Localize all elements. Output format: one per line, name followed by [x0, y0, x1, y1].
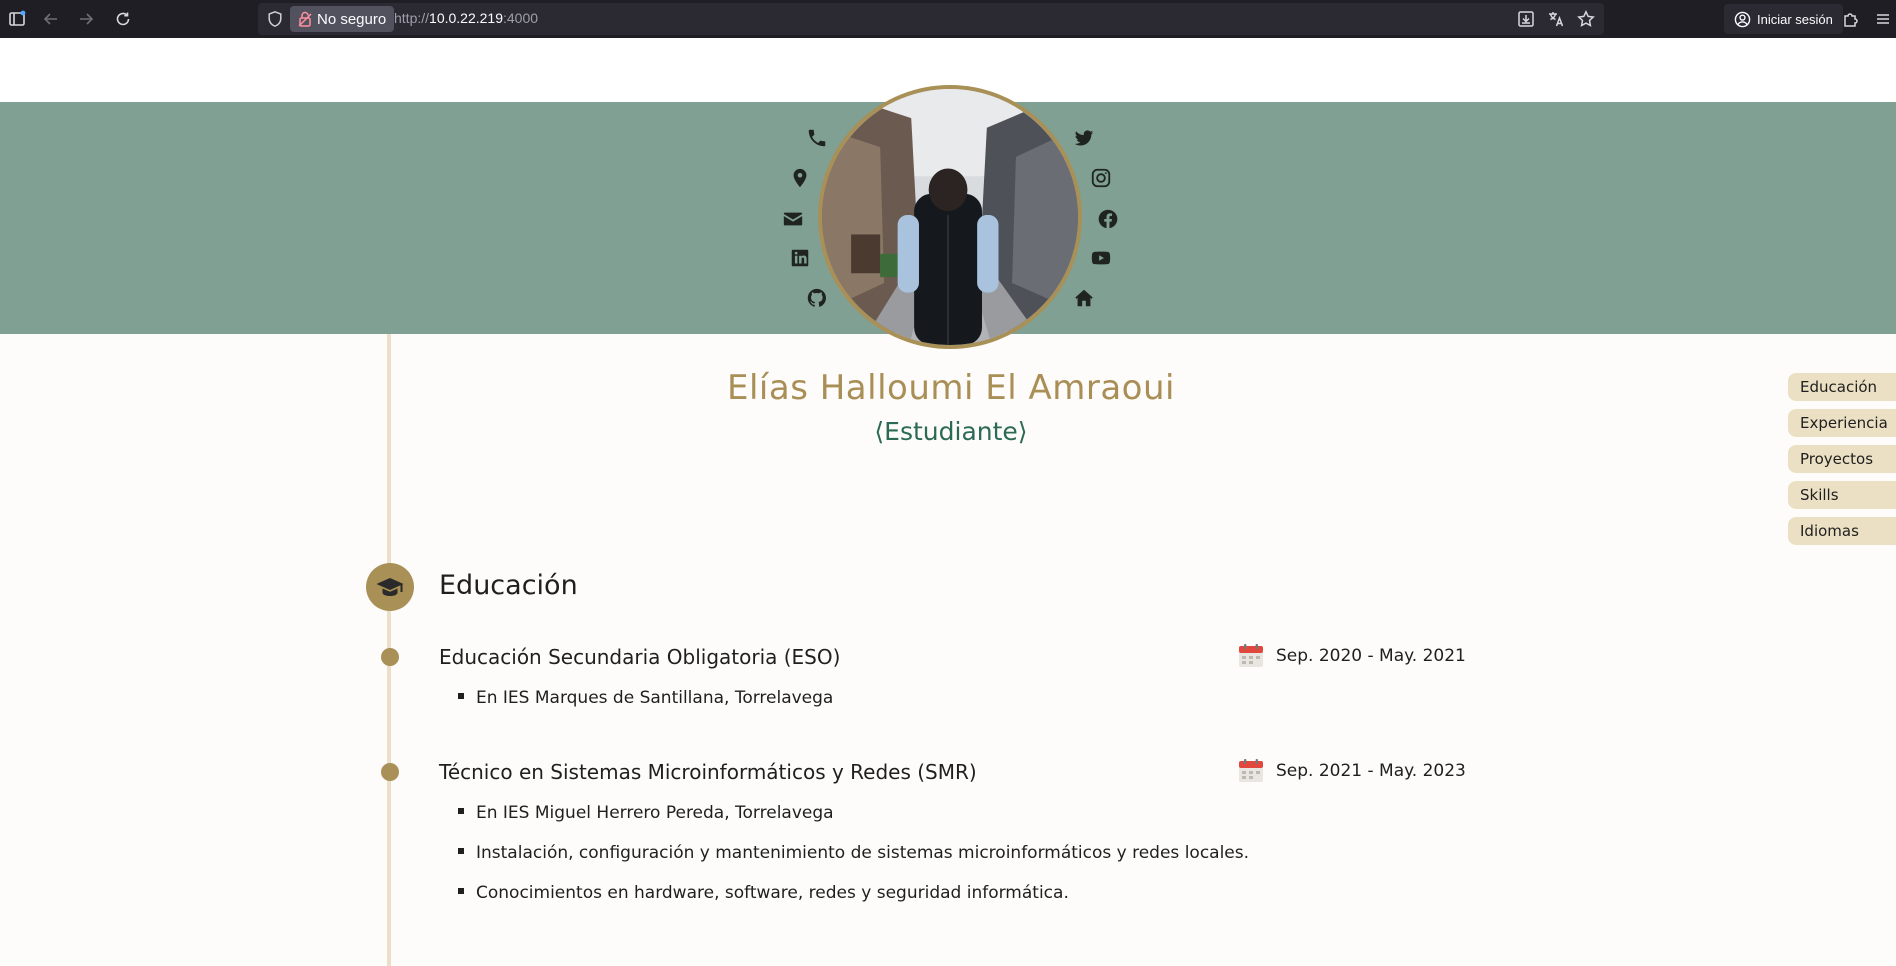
- extensions-icon[interactable]: [1836, 4, 1866, 34]
- url-host: 10.0.22.219: [429, 10, 503, 26]
- profile-role: ⟨Estudiante⟩: [874, 417, 1028, 446]
- calendar-icon: [1239, 644, 1263, 667]
- list-item-text: En IES Marques de Santillana, Torrelaveg…: [476, 688, 834, 708]
- instagram-icon[interactable]: [1088, 165, 1114, 191]
- profile-name: Elías Halloumi El Amraoui: [727, 368, 1175, 408]
- url-scheme: http://: [394, 10, 430, 26]
- github-icon[interactable]: [804, 285, 830, 311]
- bookmark-star-icon[interactable]: [1576, 9, 1596, 29]
- location-pin-icon[interactable]: [787, 165, 813, 191]
- back-icon[interactable]: [36, 4, 66, 34]
- list-item-text: Instalación, configuración y mantenimien…: [476, 843, 1250, 863]
- url-port: :4000: [503, 10, 539, 26]
- browser-toolbar: No seguro http://10.0.22.219:4000 Inicia…: [0, 0, 1896, 38]
- calendar-icon: [1239, 759, 1263, 782]
- phone-icon[interactable]: [804, 125, 830, 151]
- signin-button[interactable]: Iniciar sesión: [1724, 4, 1843, 34]
- entry-title: Técnico en Sistemas Microinformáticos y …: [439, 760, 977, 784]
- list-item: En IES Miguel Herrero Pereda, Torrelaveg…: [458, 803, 834, 823]
- profile-photo: [818, 85, 1082, 349]
- address-bar[interactable]: No seguro http://10.0.22.219:4000: [258, 3, 1604, 35]
- entry-date-text: Sep. 2021 - May. 2023: [1276, 761, 1466, 781]
- list-item-text: Conocimientos en hardware, software, red…: [476, 883, 1069, 903]
- sidebar-toggle-icon[interactable]: [2, 4, 32, 34]
- translate-icon[interactable]: [1546, 9, 1566, 29]
- security-indicator[interactable]: No seguro: [290, 6, 395, 32]
- signin-label: Iniciar sesión: [1757, 11, 1833, 27]
- nav-item-idiomas[interactable]: Idiomas: [1788, 517, 1896, 545]
- nav-item-skills[interactable]: Skills: [1788, 481, 1896, 509]
- account-icon: [1734, 11, 1751, 27]
- entry-date: Sep. 2020 - May. 2021: [1238, 643, 1466, 669]
- timeline-dot: [381, 763, 399, 781]
- section-nav: Educación Experiencia Proyectos Skills I…: [1788, 373, 1896, 553]
- list-item: En IES Marques de Santillana, Torrelaveg…: [458, 688, 833, 708]
- home-icon[interactable]: [1071, 285, 1097, 311]
- list-item: Conocimientos en hardware, software, red…: [458, 883, 1069, 903]
- entry-date: Sep. 2021 - May. 2023: [1238, 758, 1466, 784]
- list-item-text: En IES Miguel Herrero Pereda, Torrelaveg…: [476, 803, 834, 823]
- menu-icon[interactable]: [1868, 4, 1896, 34]
- url-text[interactable]: http://10.0.22.219:4000: [394, 10, 538, 26]
- forward-icon[interactable]: [71, 4, 101, 34]
- broken-lock-icon: [298, 11, 312, 27]
- entry-title: Educación Secundaria Obligatoria (ESO): [439, 645, 841, 669]
- timeline-dot: [381, 648, 399, 666]
- security-label: No seguro: [317, 10, 387, 28]
- twitter-icon[interactable]: [1071, 125, 1097, 151]
- entry-date-text: Sep. 2020 - May. 2021: [1276, 646, 1466, 666]
- youtube-icon[interactable]: [1088, 245, 1114, 271]
- linkedin-icon[interactable]: [787, 245, 813, 271]
- reload-icon[interactable]: [108, 4, 138, 34]
- facebook-icon[interactable]: [1095, 206, 1121, 232]
- graduation-cap-icon: [366, 563, 414, 611]
- list-item: Instalación, configuración y mantenimien…: [458, 843, 1249, 863]
- email-icon[interactable]: [780, 206, 806, 232]
- download-page-icon[interactable]: [1516, 9, 1536, 29]
- nav-item-proyectos[interactable]: Proyectos: [1788, 445, 1896, 473]
- shield-icon[interactable]: [266, 10, 284, 28]
- nav-item-educacion[interactable]: Educación: [1788, 373, 1896, 401]
- nav-item-experiencia[interactable]: Experiencia: [1788, 409, 1896, 437]
- section-title-education: Educación: [439, 570, 578, 601]
